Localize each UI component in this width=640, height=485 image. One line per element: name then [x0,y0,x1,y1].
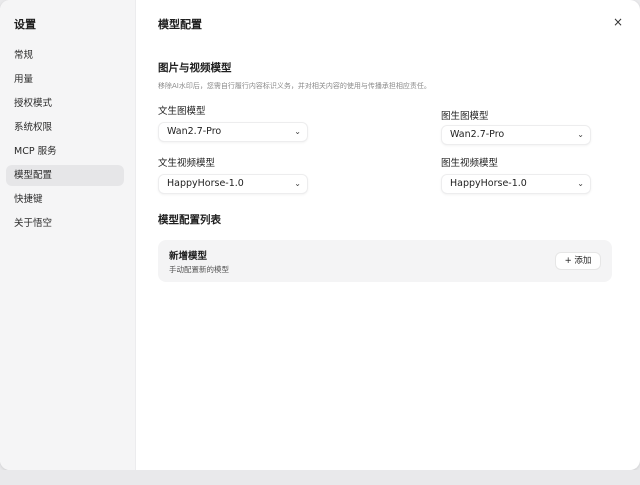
chevron-down-icon: ⌄ [294,179,301,188]
text-to-image-label: 文生图模型 [158,106,206,117]
sidebar-item-about[interactable]: 关于悟空 [6,213,124,234]
sidebar-item-shortcuts[interactable]: 快捷键 [6,189,124,210]
add-model-subtitle: 手动配置新的模型 [169,265,229,274]
image-to-image-select[interactable]: Wan2.7-Pro ⌄ [441,125,591,145]
sidebar-item-system-permissions[interactable]: 系统权限 [6,117,124,138]
main-panel: 模型配置 × 图片与视频模型 移除AI水印后，您需自行履行内容标识义务，并对相关… [136,0,640,470]
text-to-image-select[interactable]: Wan2.7-Pro ⌄ [158,122,308,142]
sidebar-item-mcp-service[interactable]: MCP 服务 [6,141,124,162]
add-model-card: 新增模型 手动配置新的模型 + 添加 [158,240,612,282]
image-to-video-select[interactable]: HappyHorse-1.0 ⌄ [441,174,591,194]
sidebar: 设置 常规 用量 授权模式 系统权限 MCP 服务 模型配置 快捷键 关于悟空 [0,0,136,470]
sidebar-item-general[interactable]: 常规 [6,45,124,66]
background-strip [0,470,640,485]
text-to-image-value: Wan2.7-Pro [167,126,222,137]
image-to-image-label: 图生图模型 [441,111,489,122]
chevron-down-icon: ⌄ [577,130,584,139]
section-title-model-list: 模型配置列表 [158,214,221,226]
section-title-media-models: 图片与视频模型 [158,62,232,74]
close-icon[interactable]: × [610,14,626,30]
add-model-title: 新增模型 [169,251,208,262]
text-to-video-select[interactable]: HappyHorse-1.0 ⌄ [158,174,308,194]
sidebar-item-usage[interactable]: 用量 [6,69,124,90]
add-model-button[interactable]: + 添加 [555,252,601,270]
text-to-video-value: HappyHorse-1.0 [167,178,244,189]
chevron-down-icon: ⌄ [577,179,584,188]
sidebar-item-authorization-mode[interactable]: 授权模式 [6,93,124,114]
chevron-down-icon: ⌄ [294,127,301,136]
image-to-video-value: HappyHorse-1.0 [450,178,527,189]
watermark-notice: 移除AI水印后，您需自行履行内容标识义务，并对相关内容的使用与传播承担相应责任。 [158,82,431,90]
page-title: 模型配置 [158,18,202,31]
text-to-video-label: 文生视频模型 [158,158,216,169]
settings-window: 设置 常规 用量 授权模式 系统权限 MCP 服务 模型配置 快捷键 关于悟空 … [0,0,640,470]
sidebar-item-model-config[interactable]: 模型配置 [6,165,124,186]
image-to-image-value: Wan2.7-Pro [450,129,505,140]
sidebar-title: 设置 [14,18,36,31]
image-to-video-label: 图生视频模型 [441,158,499,169]
